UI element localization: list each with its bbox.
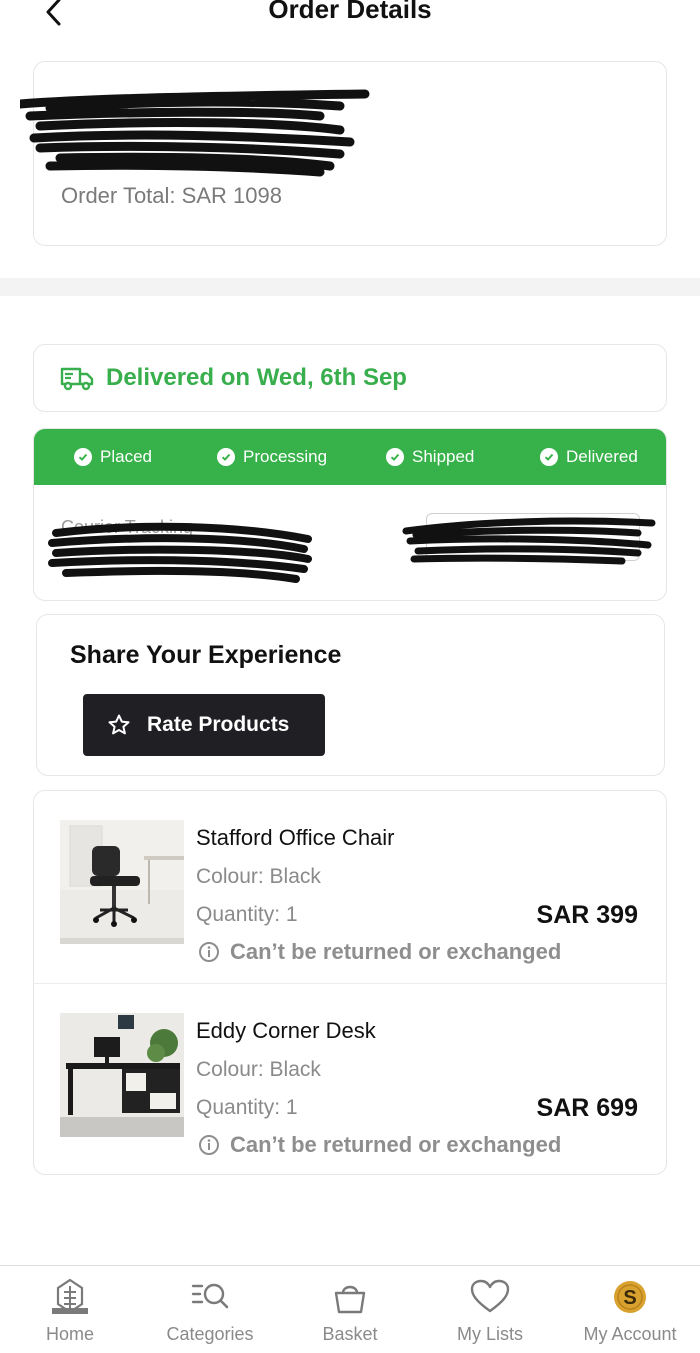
item-quantity: Quantity: 1 bbox=[196, 903, 298, 926]
tab-basket[interactable]: Basket bbox=[280, 1266, 420, 1353]
categories-search-icon bbox=[190, 1278, 230, 1316]
check-circle-icon bbox=[74, 448, 92, 466]
check-circle-icon bbox=[217, 448, 235, 466]
order-items-card: Stafford Office Chair Colour: Black Quan… bbox=[33, 790, 667, 1175]
item-colour: Colour: Black bbox=[196, 865, 321, 888]
step-placed: Placed bbox=[74, 429, 152, 485]
info-circle-icon bbox=[198, 1134, 220, 1156]
rate-products-button[interactable]: Rate Products bbox=[83, 694, 325, 756]
svg-text:S: S bbox=[623, 1287, 636, 1309]
office-chair-image[interactable] bbox=[60, 820, 184, 944]
check-circle-icon bbox=[386, 448, 404, 466]
redaction-scribble bbox=[402, 517, 656, 565]
share-experience-card: Share Your Experience Rate Products bbox=[36, 614, 665, 776]
check-circle-icon bbox=[540, 448, 558, 466]
order-item[interactable]: Stafford Office Chair Colour: Black Quan… bbox=[34, 791, 666, 983]
return-policy-note: Can’t be returned or exchanged bbox=[198, 1132, 561, 1158]
delivery-truck-icon bbox=[60, 365, 94, 391]
basket-icon bbox=[332, 1278, 368, 1316]
item-quantity: Quantity: 1 bbox=[196, 1096, 298, 1119]
step-delivered: Delivered bbox=[540, 429, 638, 485]
item-price: SAR 699 bbox=[536, 1094, 638, 1122]
order-item[interactable]: Eddy Corner Desk Colour: Black Quantity:… bbox=[34, 983, 666, 1175]
section-divider bbox=[0, 278, 700, 296]
page-title: Order Details bbox=[268, 0, 432, 24]
delivery-status-card: Delivered on Wed, 6th Sep bbox=[33, 344, 667, 412]
item-name[interactable]: Stafford Office Chair bbox=[196, 825, 395, 851]
return-policy-note: Can’t be returned or exchanged bbox=[198, 939, 561, 965]
step-shipped: Shipped bbox=[386, 429, 474, 485]
redaction-scribble bbox=[48, 522, 312, 583]
progress-steps-bar: Placed Processing Shipped Delivered bbox=[34, 429, 666, 485]
heart-icon bbox=[470, 1278, 510, 1316]
tab-home[interactable]: Home bbox=[0, 1266, 140, 1353]
item-colour: Colour: Black bbox=[196, 1058, 321, 1081]
tab-my-account[interactable]: S My Account bbox=[560, 1266, 700, 1353]
tab-label: Basket bbox=[322, 1324, 378, 1344]
tab-label: My Lists bbox=[456, 1324, 523, 1344]
return-policy-text: Can’t be returned or exchanged bbox=[230, 939, 562, 964]
corner-desk-image[interactable] bbox=[60, 1013, 184, 1137]
item-name[interactable]: Eddy Corner Desk bbox=[196, 1018, 376, 1044]
order-summary-card: Order Total: SAR 1098 bbox=[20, 61, 667, 246]
step-label: Processing bbox=[243, 447, 328, 466]
rate-products-label: Rate Products bbox=[147, 713, 290, 736]
tab-label: My Account bbox=[583, 1324, 677, 1344]
return-policy-text: Can’t be returned or exchanged bbox=[230, 1132, 562, 1157]
step-processing: Processing bbox=[217, 429, 327, 485]
step-label: Delivered bbox=[566, 447, 638, 466]
home-logo-icon bbox=[50, 1278, 90, 1316]
step-label: Shipped bbox=[412, 447, 475, 466]
top-bar: Order Details bbox=[0, 0, 700, 40]
redaction-scribble bbox=[20, 89, 370, 177]
account-coin-icon: S bbox=[612, 1278, 648, 1316]
step-label: Placed bbox=[100, 447, 152, 466]
item-price: SAR 399 bbox=[536, 901, 638, 929]
tab-label: Home bbox=[45, 1324, 94, 1344]
tab-categories[interactable]: Categories bbox=[140, 1266, 280, 1353]
star-outline-icon bbox=[107, 713, 131, 737]
tab-my-lists[interactable]: My Lists bbox=[420, 1266, 560, 1353]
delivery-status-text: Delivered on Wed, 6th Sep bbox=[106, 364, 407, 391]
info-circle-icon bbox=[198, 941, 220, 963]
order-tracker-card: Placed Processing Shipped Delivered Cour… bbox=[33, 428, 667, 601]
tab-label: Categories bbox=[166, 1324, 254, 1344]
bottom-tab-bar: Home Categories Basket My Lists S My Acc… bbox=[0, 1265, 700, 1353]
share-experience-title: Share Your Experience bbox=[70, 641, 342, 669]
order-total: Order Total: SAR 1098 bbox=[61, 183, 282, 208]
